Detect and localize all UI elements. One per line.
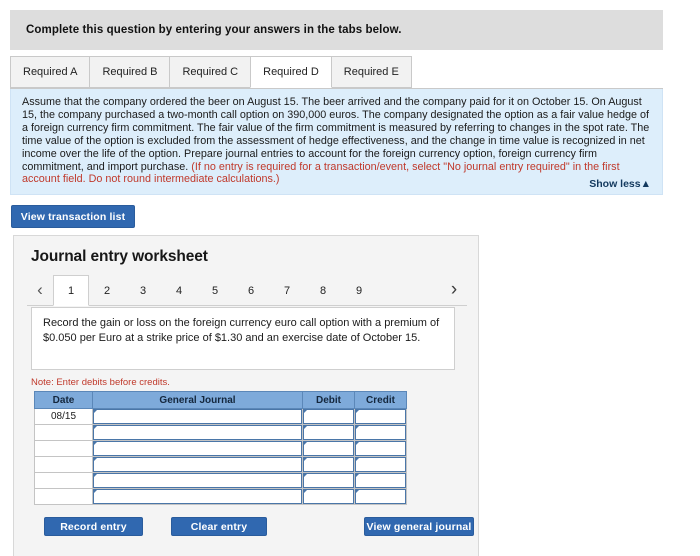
instruction-banner: Complete this question by entering your … (10, 10, 663, 50)
tab-required-d[interactable]: Required D (250, 56, 332, 88)
record-entry-button[interactable]: Record entry (44, 517, 143, 536)
debit-input-6[interactable] (303, 489, 354, 504)
cell-general-journal-2[interactable] (92, 424, 303, 441)
cell-general-journal-1[interactable] (92, 408, 303, 425)
pager-page-7[interactable]: 7 (269, 275, 305, 306)
cell-credit-1[interactable] (354, 408, 407, 425)
tab-required-c[interactable]: Required C (169, 56, 252, 88)
cell-general-journal-6[interactable] (92, 488, 303, 505)
required-tabs: Required A Required B Required C Require… (10, 56, 663, 89)
column-header-general-journal: General Journal (92, 391, 303, 409)
tab-required-b[interactable]: Required B (89, 56, 171, 88)
view-transaction-list-button[interactable]: View transaction list (11, 205, 135, 228)
pager-page-1[interactable]: 1 (53, 275, 89, 306)
general-journal-select-2[interactable] (93, 425, 302, 440)
cell-credit-3[interactable] (354, 440, 407, 457)
cell-debit-3[interactable] (302, 440, 355, 457)
view-general-journal-button[interactable]: View general journal (364, 517, 474, 536)
table-row: 08/15 (34, 408, 407, 425)
table-row (34, 440, 407, 457)
pager-page-4[interactable]: 4 (161, 275, 197, 306)
pager-prev-icon[interactable]: ‹ (27, 274, 53, 305)
general-journal-select-5[interactable] (93, 473, 302, 488)
column-header-credit: Credit (354, 391, 407, 409)
credit-input-4[interactable] (355, 457, 406, 472)
column-header-date: Date (34, 391, 93, 409)
debit-input-3[interactable] (303, 441, 354, 456)
cell-general-journal-3[interactable] (92, 440, 303, 457)
cell-debit-5[interactable] (302, 472, 355, 489)
instruction-banner-text: Complete this question by entering your … (26, 24, 402, 36)
cell-debit-2[interactable] (302, 424, 355, 441)
credit-input-3[interactable] (355, 441, 406, 456)
debits-before-credits-note: Note: Enter debits before credits. (31, 377, 170, 388)
cell-date-4 (34, 456, 93, 473)
worksheet-title: Journal entry worksheet (31, 248, 208, 265)
debit-input-4[interactable] (303, 457, 354, 472)
cell-date-2 (34, 424, 93, 441)
general-journal-select-4[interactable] (93, 457, 302, 472)
worksheet-pager: ‹ 1 2 3 4 5 6 7 8 9 › (27, 274, 467, 306)
cell-credit-2[interactable] (354, 424, 407, 441)
cell-debit-4[interactable] (302, 456, 355, 473)
cell-date-3 (34, 440, 93, 457)
cell-credit-6[interactable] (354, 488, 407, 505)
question-text: Assume that the company ordered the beer… (22, 96, 651, 186)
cell-general-journal-4[interactable] (92, 456, 303, 473)
pager-page-5[interactable]: 5 (197, 275, 233, 306)
tab-required-e[interactable]: Required E (330, 56, 412, 88)
question-panel: Assume that the company ordered the beer… (10, 89, 663, 195)
credit-input-2[interactable] (355, 425, 406, 440)
tab-required-a[interactable]: Required A (10, 56, 91, 88)
pager-page-3[interactable]: 3 (125, 275, 161, 306)
table-row (34, 424, 407, 441)
cell-date-6 (34, 488, 93, 505)
general-journal-select-6[interactable] (93, 489, 302, 504)
show-less-link[interactable]: Show less▲ (589, 178, 651, 190)
pager-page-6[interactable]: 6 (233, 275, 269, 306)
column-header-debit: Debit (302, 391, 355, 409)
cell-debit-6[interactable] (302, 488, 355, 505)
cell-general-journal-5[interactable] (92, 472, 303, 489)
debit-input-1[interactable] (303, 409, 354, 424)
journal-entry-worksheet-panel: Journal entry worksheet ‹ 1 2 3 4 5 6 7 … (13, 235, 479, 556)
journal-entry-prompt: Record the gain or loss on the foreign c… (31, 307, 455, 370)
clear-entry-button[interactable]: Clear entry (171, 517, 267, 536)
cell-debit-1[interactable] (302, 408, 355, 425)
cell-credit-5[interactable] (354, 472, 407, 489)
general-journal-select-3[interactable] (93, 441, 302, 456)
general-journal-select-1[interactable] (93, 409, 302, 424)
debit-input-2[interactable] (303, 425, 354, 440)
cell-credit-4[interactable] (354, 456, 407, 473)
pager-page-9[interactable]: 9 (341, 275, 377, 306)
table-row (34, 456, 407, 473)
table-header-row: Date General Journal Debit Credit (34, 391, 407, 409)
cell-date-1: 08/15 (34, 408, 93, 425)
credit-input-1[interactable] (355, 409, 406, 424)
credit-input-6[interactable] (355, 489, 406, 504)
pager-page-8[interactable]: 8 (305, 275, 341, 306)
cell-date-5 (34, 472, 93, 489)
pager-next-icon[interactable]: › (441, 274, 467, 305)
journal-entry-table: Date General Journal Debit Credit 08/15 (34, 391, 407, 505)
credit-input-5[interactable] (355, 473, 406, 488)
table-row (34, 472, 407, 489)
debit-input-5[interactable] (303, 473, 354, 488)
table-row (34, 488, 407, 505)
pager-page-2[interactable]: 2 (89, 275, 125, 306)
